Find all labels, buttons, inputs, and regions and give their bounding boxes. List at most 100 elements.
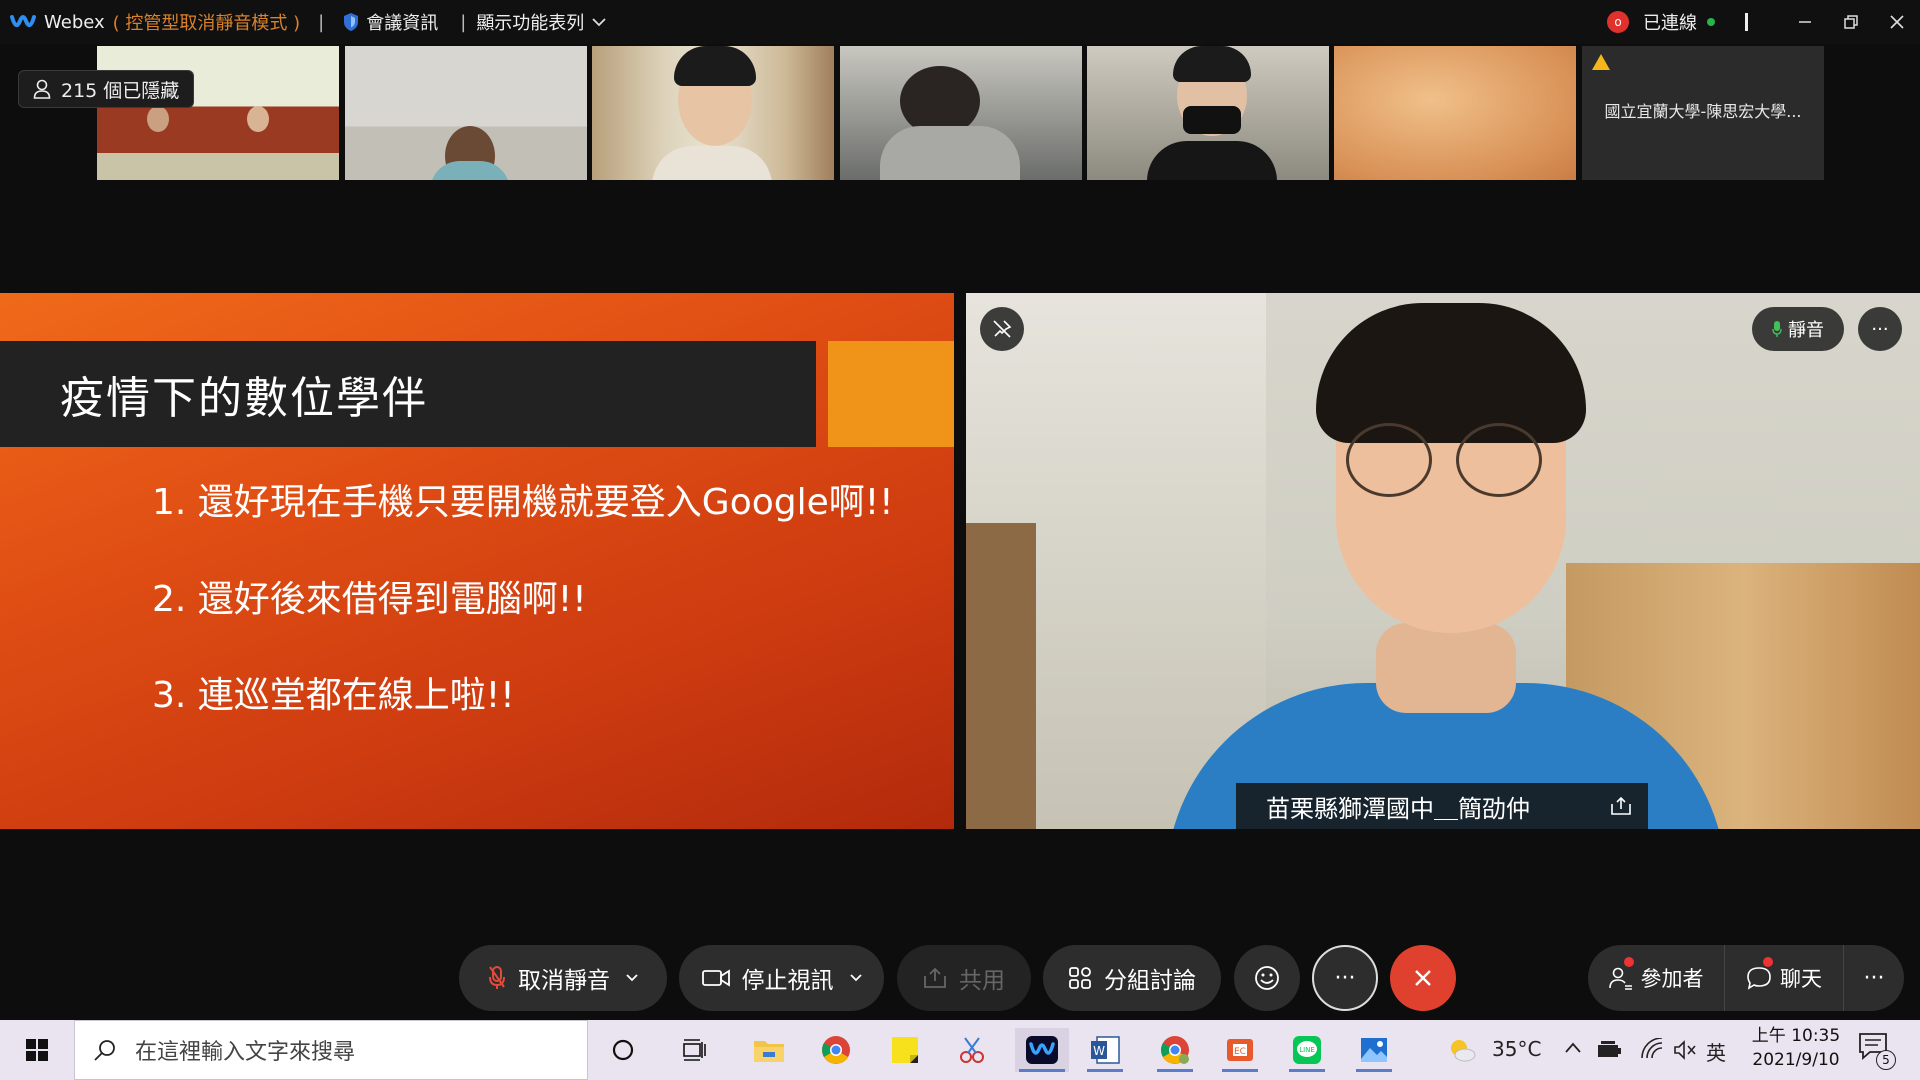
app-name: Webex: [44, 11, 105, 33]
cortana-icon: [612, 1039, 634, 1061]
slide-accent-block: [828, 341, 954, 447]
chat-button[interactable]: 聊天: [1725, 945, 1843, 1011]
active-speaker-video[interactable]: 靜音 ··· 苗栗縣獅潭國中＿簡劭仲: [966, 293, 1920, 829]
speaker-name: 苗栗縣獅潭國中＿簡劭仲: [1266, 794, 1530, 823]
unpin-icon: [993, 320, 1012, 338]
slide-bullet: 3. 連巡堂都在線上啦!!: [152, 675, 515, 716]
start-button[interactable]: [15, 1028, 59, 1072]
more-icon: ···: [1334, 965, 1356, 991]
speaker-neck: [1376, 623, 1516, 713]
participant-name: 國立宜蘭大學-陳思宏大學...: [1604, 102, 1802, 121]
divider: [1745, 13, 1748, 31]
wifi-icon[interactable]: [1640, 1038, 1664, 1060]
task-view-button[interactable]: [672, 1028, 716, 1072]
title-bar-right: o 已連線: [1607, 0, 1920, 44]
input-method-indicator[interactable]: 英: [1706, 1037, 1726, 1066]
stop-video-label: 停止視訊: [741, 968, 834, 994]
video-more-button[interactable]: ···: [1858, 307, 1902, 351]
notification-dot: [1624, 957, 1634, 967]
weather-partly-sunny-icon[interactable]: [1447, 1036, 1477, 1064]
clock-time: 上午 10:35: [1751, 1026, 1841, 1046]
taskbar-clock[interactable]: 上午 10:35 2021/9/10: [1744, 1024, 1848, 1072]
participant-tile[interactable]: [592, 46, 834, 180]
hidden-participants-count: 215 個已隱藏: [61, 79, 180, 102]
chevron-down-icon[interactable]: [626, 974, 638, 982]
word-button[interactable]: W: [1083, 1028, 1127, 1072]
svg-text:W: W: [1093, 1044, 1105, 1058]
participant-tile[interactable]: [1334, 46, 1576, 180]
panel-more-button[interactable]: ···: [1844, 945, 1904, 1011]
speaker-glasses: [1346, 423, 1432, 497]
chevron-up-icon[interactable]: [1564, 1041, 1582, 1055]
hidden-participants-badge[interactable]: 215 個已隱藏: [18, 70, 195, 108]
share-button[interactable]: 共用: [897, 945, 1031, 1011]
search-placeholder: 在這裡輸入文字來搜尋: [135, 1040, 356, 1065]
file-explorer-button[interactable]: [747, 1028, 791, 1072]
cortana-button[interactable]: [601, 1028, 645, 1072]
speaker-muted-icon[interactable]: [1673, 1039, 1697, 1061]
connection-dot: [1707, 18, 1715, 26]
more-icon: ···: [1871, 318, 1889, 340]
webex-meeting-window: Webex ( 控管型取消靜音模式 ) | 會議資訊 | 顯示功能表列 o 已連…: [0, 0, 1920, 1080]
speaker-glasses: [1456, 423, 1542, 497]
speaker-mute-status[interactable]: 靜音: [1752, 307, 1844, 351]
chevron-down-icon: [592, 18, 606, 27]
minimize-button[interactable]: [1782, 0, 1828, 44]
chat-label: 聊天: [1780, 967, 1822, 991]
restore-icon: [1844, 15, 1858, 29]
breakout-rooms-button[interactable]: 分組討論: [1043, 945, 1221, 1011]
windows-taskbar: 在這裡輸入文字來搜尋 W EC LINE 35°C 英 上午 10:35 202…: [0, 1020, 1920, 1080]
unmute-button[interactable]: 取消靜音: [459, 945, 667, 1011]
meeting-info-button[interactable]: 會議資訊: [342, 9, 438, 35]
chevron-down-icon[interactable]: [849, 974, 862, 982]
windows-logo-icon: [26, 1039, 48, 1061]
chrome-button[interactable]: [814, 1028, 858, 1072]
participant-tile[interactable]: [1087, 46, 1329, 180]
stop-video-button[interactable]: 停止視訊: [679, 945, 884, 1011]
smiley-icon: [1255, 966, 1279, 990]
active-indicator: [1157, 1069, 1193, 1072]
participant-tile[interactable]: [345, 46, 587, 180]
title-bar: Webex ( 控管型取消靜音模式 ) | 會議資訊 | 顯示功能表列 o 已連…: [0, 0, 1920, 44]
breakout-rooms-icon: [1069, 967, 1091, 989]
more-icon: ···: [1863, 965, 1885, 991]
taskbar-search-box[interactable]: 在這裡輸入文字來搜尋: [74, 1020, 588, 1080]
notification-center-button[interactable]: 5: [1858, 1032, 1898, 1070]
leave-meeting-button[interactable]: [1390, 945, 1456, 1011]
share-icon: [924, 967, 946, 988]
background-door: [966, 523, 1036, 829]
chrome-profile-button[interactable]: [1153, 1028, 1197, 1072]
chrome-icon: [1161, 1036, 1189, 1064]
more-options-button[interactable]: ···: [1312, 945, 1378, 1011]
show-menu-bar-button[interactable]: 顯示功能表列: [476, 9, 606, 35]
webex-taskbar-button[interactable]: [1015, 1028, 1069, 1072]
recording-icon[interactable]: o: [1607, 11, 1629, 33]
weather-temperature[interactable]: 35°C: [1492, 1037, 1541, 1061]
participant-tile[interactable]: 國立宜蘭大學-陳思宏大學...: [1582, 46, 1824, 180]
notification-count: 5: [1876, 1050, 1896, 1070]
photos-button[interactable]: [1352, 1028, 1396, 1072]
battery-icon[interactable]: [1597, 1040, 1623, 1060]
sticky-notes-button[interactable]: [883, 1028, 927, 1072]
participant-tile[interactable]: [840, 46, 1082, 180]
close-button[interactable]: [1874, 0, 1920, 44]
share-icon[interactable]: [1610, 796, 1632, 816]
word-icon: W: [1091, 1036, 1120, 1064]
participant-tile[interactable]: [97, 46, 339, 180]
webex-logo-icon: [10, 15, 36, 28]
active-indicator: [1019, 1069, 1065, 1072]
participants-button[interactable]: 參加者: [1588, 945, 1724, 1011]
easycamera-button[interactable]: EC: [1218, 1028, 1262, 1072]
reactions-button[interactable]: [1234, 945, 1300, 1011]
active-indicator: [1356, 1069, 1392, 1072]
snipping-tool-icon: [960, 1037, 984, 1063]
snipping-tool-button[interactable]: [950, 1028, 994, 1072]
line-button[interactable]: LINE: [1285, 1028, 1329, 1072]
muted-microphone-icon: [489, 966, 505, 989]
task-view-icon: [683, 1039, 706, 1061]
show-menu-bar-label: 顯示功能表列: [476, 13, 585, 34]
separator: |: [318, 11, 325, 33]
restore-button[interactable]: [1828, 0, 1874, 44]
presentation-icon: EC: [1227, 1039, 1253, 1061]
unpin-button[interactable]: [980, 307, 1024, 351]
